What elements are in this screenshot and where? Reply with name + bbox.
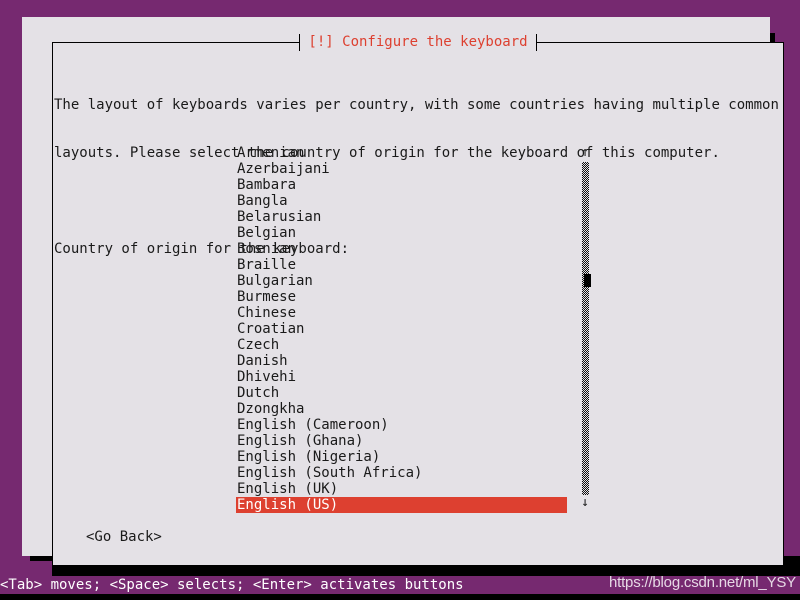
- list-item[interactable]: English (US): [236, 497, 567, 513]
- list-item[interactable]: Bangla: [236, 193, 566, 209]
- list-item[interactable]: Braille: [236, 257, 566, 273]
- list-item[interactable]: Dutch: [236, 385, 566, 401]
- status-bar-underline: [0, 594, 800, 600]
- dialog-panel: [!] Configure the keyboard The layout of…: [22, 17, 784, 566]
- list-item[interactable]: Armenian: [236, 145, 566, 161]
- list-item[interactable]: Dhivehi: [236, 369, 566, 385]
- list-scrollbar[interactable]: ↑ ↓: [580, 145, 591, 511]
- scroll-up-arrow-icon[interactable]: ↑: [580, 145, 590, 161]
- installer-screen: [!] Configure the keyboard The layout of…: [0, 0, 800, 600]
- country-list[interactable]: Armenian Azerbaijani Bambara Bangla Belarusi…: [236, 145, 567, 513]
- list-item[interactable]: Danish: [236, 353, 566, 369]
- list-item[interactable]: Bosnian: [236, 241, 566, 257]
- list-item[interactable]: Belgian: [236, 225, 566, 241]
- description-line-1: The layout of keyboards varies per count…: [54, 97, 779, 113]
- scrollbar-track[interactable]: [582, 162, 591, 495]
- list-item[interactable]: Chinese: [236, 305, 566, 321]
- go-back-button[interactable]: <Go Back>: [86, 529, 162, 545]
- list-item[interactable]: Belarusian: [236, 209, 566, 225]
- list-item[interactable]: Azerbaijani: [236, 161, 566, 177]
- list-item[interactable]: Bambara: [236, 177, 566, 193]
- list-item[interactable]: English (Nigeria): [236, 449, 566, 465]
- list-item[interactable]: Czech: [236, 337, 566, 353]
- list-item[interactable]: English (South Africa): [236, 465, 566, 481]
- list-item[interactable]: Dzongkha: [236, 401, 566, 417]
- list-item[interactable]: Burmese: [236, 289, 566, 305]
- scrollbar-thumb[interactable]: [584, 274, 591, 287]
- list-item[interactable]: English (Cameroon): [236, 417, 566, 433]
- watermark-text: https://blog.csdn.net/ml_YSY: [608, 574, 796, 591]
- list-item[interactable]: English (UK): [236, 481, 566, 497]
- list-item[interactable]: English (Ghana): [236, 433, 566, 449]
- status-help-text: <Tab> moves; <Space> selects; <Enter> ac…: [0, 577, 464, 593]
- list-item[interactable]: Croatian: [236, 321, 566, 337]
- list-item[interactable]: Bulgarian: [236, 273, 566, 289]
- scroll-down-arrow-icon[interactable]: ↓: [580, 495, 590, 511]
- status-bar: <Tab> moves; <Space> selects; <Enter> ac…: [0, 574, 800, 594]
